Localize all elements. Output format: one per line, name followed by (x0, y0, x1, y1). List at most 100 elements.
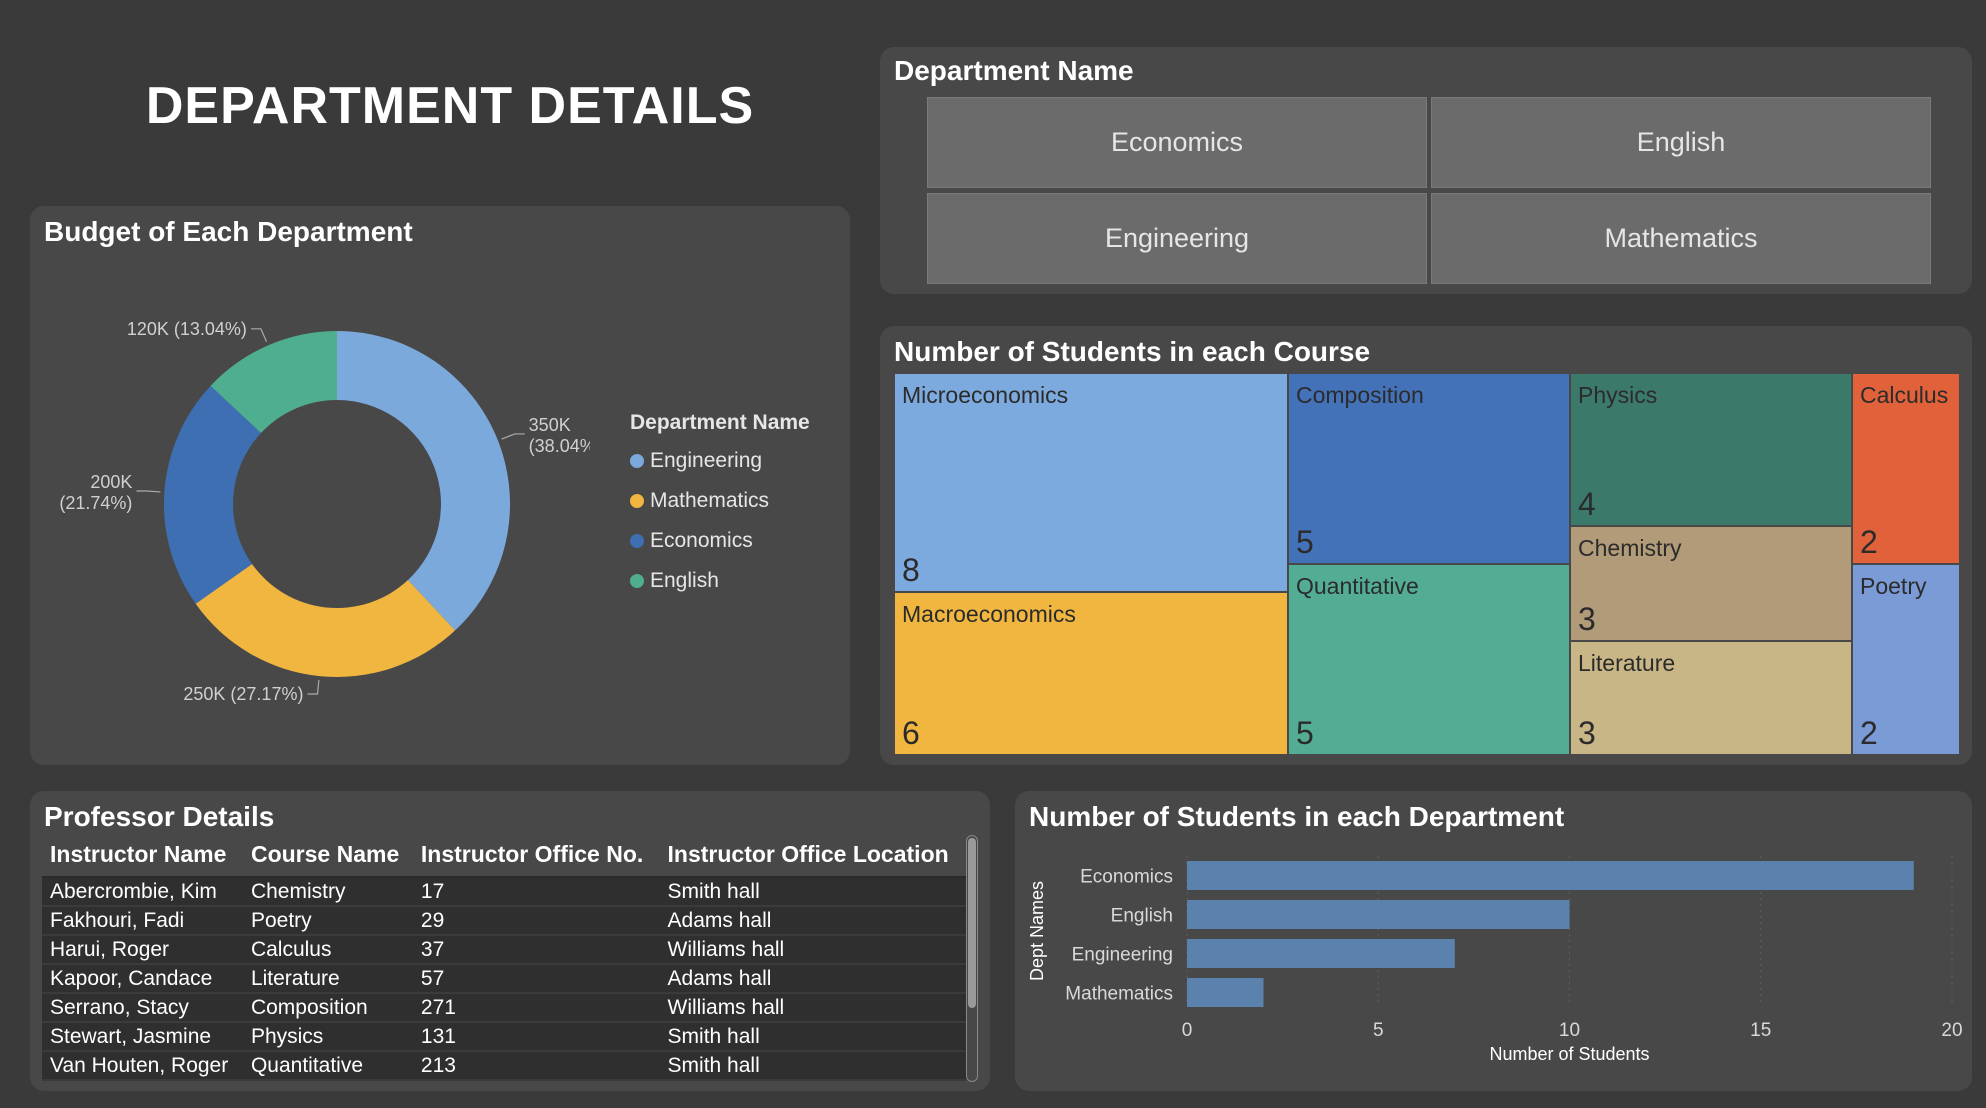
bar-mathematics[interactable] (1187, 978, 1264, 1007)
table-cell: Abercrombie, Kim (42, 877, 243, 907)
table-cell: 213 (412, 1051, 660, 1081)
bar-economics[interactable] (1187, 861, 1914, 890)
course-treemap: Microeconomics 8 Macroeconomics 6 Compos… (894, 373, 1960, 755)
treemap-cell-value: 4 (1578, 486, 1596, 522)
x-tick-label: 20 (1941, 1020, 1962, 1041)
bar-english[interactable] (1187, 900, 1570, 929)
table-cell: Adams hall (659, 906, 967, 936)
treemap-cell-label: Quantitative (1296, 573, 1419, 599)
treemap-cell-quantitative[interactable]: Quantitative 5 (1288, 564, 1570, 755)
table-scrollbar[interactable] (966, 835, 978, 1082)
treemap-cell-label: Literature (1578, 650, 1676, 676)
treemap-cell-literature[interactable]: Literature 3 (1570, 641, 1852, 755)
table-header-row: Instructor Name Course Name Instructor O… (42, 835, 967, 878)
professor-details-panel: Professor Details Instructor Name Course… (30, 791, 990, 1091)
table-cell: 271 (412, 993, 660, 1023)
table-cell: 17 (412, 877, 660, 907)
treemap-cell-value: 5 (1296, 524, 1314, 560)
treemap-cell-macroeconomics[interactable]: Macroeconomics 6 (894, 592, 1288, 755)
legend-label: Economics (650, 529, 753, 552)
table-cell: 29 (412, 906, 660, 936)
treemap-cell-value: 3 (1578, 601, 1596, 637)
legend-item-mathematics[interactable]: Mathematics (630, 481, 810, 521)
treemap-cell-label: Poetry (1860, 573, 1927, 599)
bar-chart-title: Number of Students in each Department (1029, 801, 1565, 832)
table-cell: Williams hall (659, 993, 967, 1023)
table-cell: Composition (242, 993, 413, 1023)
treemap-cell-poetry[interactable]: Poetry 2 (1852, 564, 1960, 755)
budget-panel: Budget of Each Department 350K(38.04%) 25… (30, 206, 850, 765)
table-cell: Kapoor, Candace (42, 964, 243, 994)
treemap-cell-value: 6 (902, 715, 920, 751)
legend-dot-icon (630, 574, 644, 588)
table-cell: Chemistry (242, 877, 413, 907)
table-cell: Adams hall (659, 964, 967, 994)
treemap-cell-value: 3 (1578, 715, 1596, 751)
slicer-option-economics[interactable]: Economics (927, 97, 1427, 188)
page-title: DEPARTMENT DETAILS (145, 77, 755, 135)
slicer-option-engineering[interactable]: Engineering (927, 193, 1427, 284)
legend-label: Mathematics (650, 489, 770, 512)
table-row[interactable]: Stewart, Jasmine Physics 131 Smith hall (42, 1022, 967, 1052)
treemap-cell-calculus[interactable]: Calculus 2 (1852, 373, 1960, 564)
table-cell: Literature (242, 964, 413, 994)
y-tick-label: Engineering (1072, 945, 1173, 966)
table-row[interactable]: Abercrombie, Kim Chemistry 17 Smith hall (42, 877, 967, 907)
treemap-cell-chemistry[interactable]: Chemistry 3 (1570, 526, 1852, 641)
table-cell: Williams hall (659, 935, 967, 965)
treemap-cell-label: Macroeconomics (902, 601, 1076, 627)
table-row[interactable]: Serrano, Stacy Composition 271 Williams … (42, 993, 967, 1023)
legend-item-english[interactable]: English (630, 561, 810, 601)
slicer-title: Department Name (894, 55, 1134, 86)
slicer-option-english[interactable]: English (1431, 97, 1931, 188)
bar-engineering[interactable] (1187, 939, 1455, 968)
treemap-cell-value: 8 (902, 552, 920, 588)
budget-donut-chart: 350K(38.04%) 250K (27.17%) 200K(21.74%) 120… (59, 319, 590, 704)
y-tick-label: Economics (1080, 867, 1173, 888)
x-tick-label: 15 (1750, 1020, 1771, 1041)
legend-title: Department Name (630, 411, 810, 434)
table-cell: Physics (242, 1022, 413, 1052)
table-row[interactable]: Kapoor, Candace Literature 57 Adams hall (42, 964, 967, 994)
column-header[interactable]: Instructor Office Location (659, 835, 967, 878)
treemap-cell-microeconomics[interactable]: Microeconomics 8 (894, 373, 1288, 592)
x-tick-label: 5 (1373, 1020, 1384, 1041)
x-axis-title: Number of Students (1489, 1044, 1649, 1064)
professor-title: Professor Details (44, 801, 275, 832)
treemap-cell-value: 2 (1860, 715, 1878, 751)
donut-data-label: 250K (27.17%) (183, 684, 303, 704)
column-header[interactable]: Instructor Name (42, 835, 243, 878)
table-cell: Fakhouri, Fadi (42, 906, 243, 936)
department-students-panel: Number of Students in each Department 0 5… (1015, 791, 1972, 1091)
column-header[interactable]: Course Name (242, 835, 413, 878)
table-cell: 37 (412, 935, 660, 965)
legend-item-engineering[interactable]: Engineering (630, 441, 810, 481)
y-axis-title: Dept Names (1027, 881, 1047, 981)
donut-slice-engineering[interactable] (337, 331, 510, 631)
department-bar-chart: 0 5 10 15 20 Economics English Engineering Mathe… (1027, 856, 1963, 1064)
table-cell: Calculus (242, 935, 413, 965)
donut-leader-line (501, 433, 525, 440)
table-cell: Quantitative (242, 1051, 413, 1081)
table-cell: 131 (412, 1022, 660, 1052)
donut-data-label: 200K (21.74%) (59, 472, 132, 513)
treemap-cell-label: Composition (1296, 382, 1424, 408)
table-cell: Harui, Roger (42, 935, 243, 965)
table-row[interactable]: Harui, Roger Calculus 37 Williams hall (42, 935, 967, 965)
treemap-cell-composition[interactable]: Composition 5 (1288, 373, 1570, 564)
column-header[interactable]: Instructor Office No. (412, 835, 660, 878)
donut-leader-line (136, 490, 161, 493)
x-tick-label: 0 (1182, 1020, 1193, 1041)
scrollbar-thumb[interactable] (968, 838, 976, 1008)
table-row[interactable]: Van Houten, Roger Quantitative 213 Smith… (42, 1051, 967, 1081)
donut-data-label: 120K (13.04%) (127, 319, 247, 339)
table-cell: Poetry (242, 906, 413, 936)
legend-item-economics[interactable]: Economics (630, 521, 810, 561)
y-tick-label: English (1111, 906, 1173, 927)
treemap-cell-physics[interactable]: Physics 4 (1570, 373, 1852, 526)
legend-label: Engineering (650, 449, 763, 472)
legend-dot-icon (630, 494, 644, 508)
table-row[interactable]: Fakhouri, Fadi Poetry 29 Adams hall (42, 906, 967, 936)
table-cell: Serrano, Stacy (42, 993, 243, 1023)
slicer-option-mathematics[interactable]: Mathematics (1431, 193, 1931, 284)
